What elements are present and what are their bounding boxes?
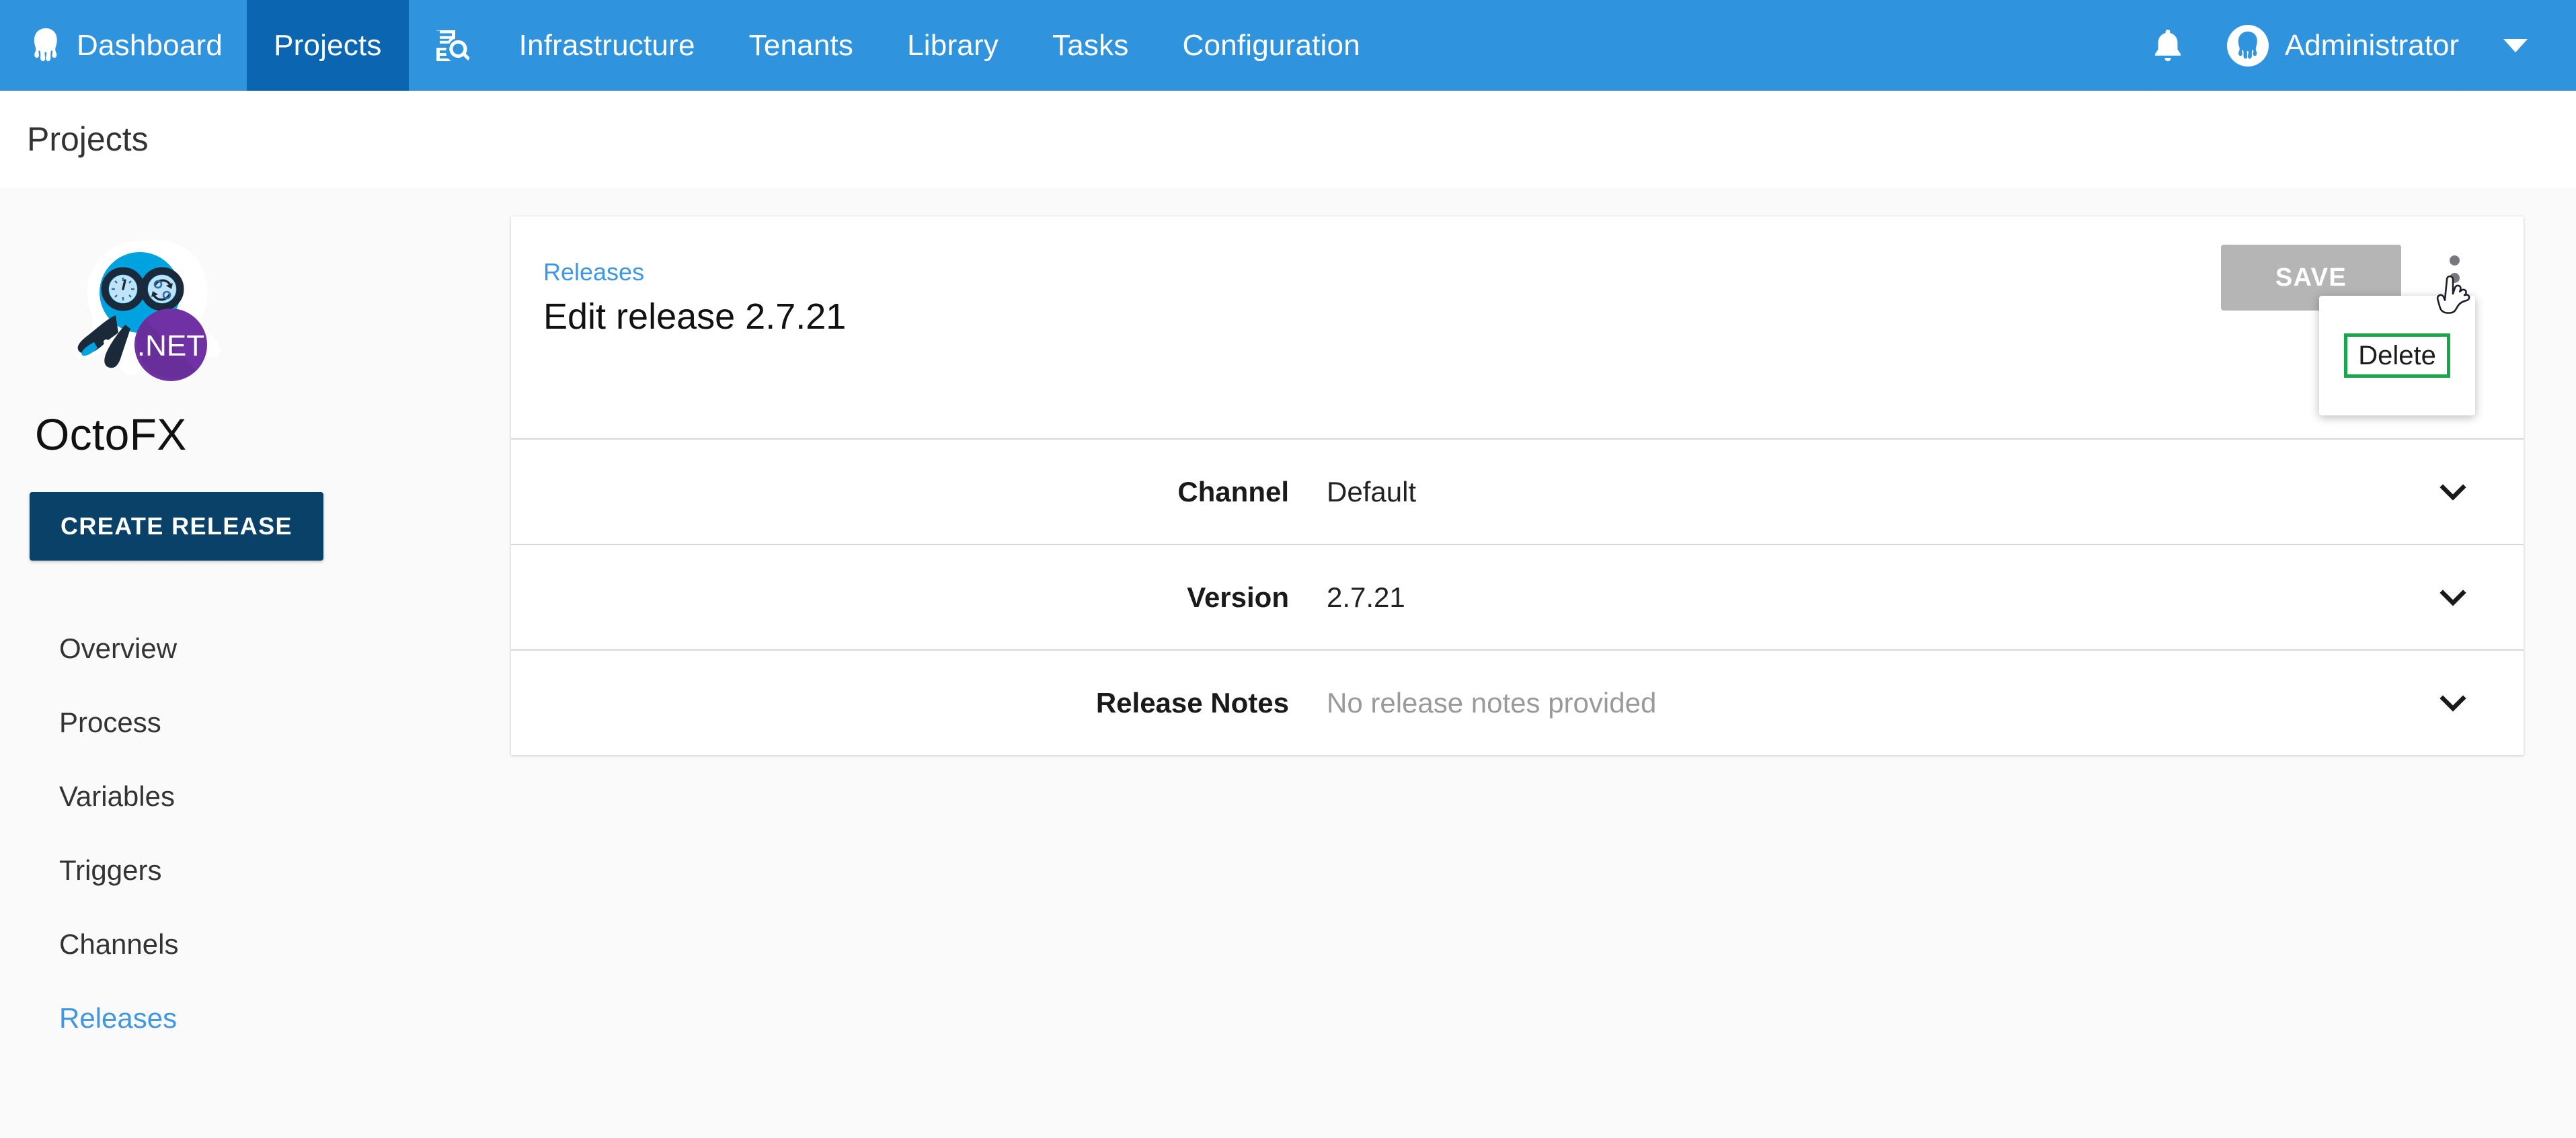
nav-item-label: Dashboard	[77, 28, 223, 62]
project-sidebar: .NET OctoFX CREATE RELEASE Overview Proc…	[0, 188, 511, 1138]
user-menu-caret-button[interactable]	[2474, 38, 2552, 52]
octopus-logo-icon	[30, 28, 62, 64]
nav-item-dashboard[interactable]: Dashboard	[0, 0, 247, 91]
chevron-down-icon	[2503, 38, 2528, 52]
kebab-dot	[2449, 272, 2460, 283]
user-menu-button[interactable]: Administrator	[2212, 24, 2474, 67]
row-value: 2.7.21	[1327, 581, 1405, 613]
main-content: Releases Edit release 2.7.21 SAVE Delete	[511, 188, 2576, 1138]
page-title-bar: Projects	[0, 91, 2576, 188]
nav-item-label: Projects	[274, 28, 382, 62]
nav-item-label: Infrastructure	[518, 28, 695, 62]
octopus-avatar-icon	[2226, 24, 2269, 67]
nav-item-configuration[interactable]: Configuration	[1156, 0, 1387, 91]
row-label: Release Notes	[1095, 686, 1289, 719]
sidebar-item-releases[interactable]: Releases	[0, 981, 511, 1055]
card-header: Releases Edit release 2.7.21 SAVE Delete	[511, 216, 2524, 438]
project-logo-wrapper: .NET	[0, 227, 511, 402]
form-row-channel[interactable]: Channel Default	[511, 438, 2524, 544]
sidebar-item-process[interactable]: Process	[0, 686, 511, 760]
project-name: OctoFX	[35, 409, 187, 459]
nav-item-search[interactable]	[409, 0, 492, 91]
octofx-dotnet-logo-icon: .NET	[67, 237, 222, 392]
chevron-down-icon[interactable]	[2435, 685, 2471, 721]
row-label: Version	[1187, 581, 1289, 613]
project-nav: Overview Process Variables Triggers Chan…	[0, 612, 511, 1055]
nav-item-tenants[interactable]: Tenants	[722, 0, 881, 91]
chevron-down-icon[interactable]	[2435, 474, 2471, 510]
nav-item-infrastructure[interactable]: Infrastructure	[492, 0, 722, 91]
form-row-version[interactable]: Version 2.7.21	[511, 544, 2524, 649]
menu-item-delete[interactable]: Delete	[2344, 333, 2450, 378]
row-value: No release notes provided	[1327, 686, 1657, 719]
nav-item-tasks[interactable]: Tasks	[1025, 0, 1155, 91]
user-name-label: Administrator	[2284, 28, 2459, 62]
overflow-menu: Delete	[2319, 296, 2475, 415]
svg-text:.NET: .NET	[137, 329, 204, 362]
top-navigation-bar: Dashboard Projects Infrastructure Tenant…	[0, 0, 2576, 91]
sidebar-item-overview[interactable]: Overview	[0, 612, 511, 686]
kebab-dot	[2449, 255, 2460, 266]
form-row-release-notes[interactable]: Release Notes No release notes provided	[511, 649, 2524, 755]
create-release-button[interactable]: CREATE RELEASE	[30, 492, 323, 561]
sidebar-item-variables[interactable]: Variables	[0, 760, 511, 834]
top-nav-items: Dashboard Projects Infrastructure Tenant…	[0, 0, 1387, 91]
search-documents-icon	[432, 27, 471, 65]
nav-item-label: Configuration	[1182, 28, 1360, 62]
row-value: Default	[1327, 475, 1417, 507]
notifications-button[interactable]	[2123, 29, 2212, 63]
sidebar-item-channels[interactable]: Channels	[0, 907, 511, 981]
nav-item-projects[interactable]: Projects	[247, 0, 409, 91]
breadcrumb-releases[interactable]: Releases	[543, 258, 644, 286]
top-nav-actions: Administrator	[2123, 0, 2576, 91]
nav-item-label: Library	[907, 28, 999, 62]
sidebar-item-triggers[interactable]: Triggers	[0, 834, 511, 907]
bell-icon	[2153, 29, 2183, 63]
nav-item-label: Tenants	[748, 28, 854, 62]
edit-release-card: Releases Edit release 2.7.21 SAVE Delete	[511, 216, 2524, 755]
page-title: Projects	[27, 120, 149, 158]
page-body: .NET OctoFX CREATE RELEASE Overview Proc…	[0, 188, 2576, 1138]
nav-item-label: Tasks	[1052, 28, 1129, 62]
row-label: Channel	[1177, 475, 1289, 507]
nav-item-library[interactable]: Library	[880, 0, 1025, 91]
chevron-down-icon[interactable]	[2435, 579, 2471, 616]
